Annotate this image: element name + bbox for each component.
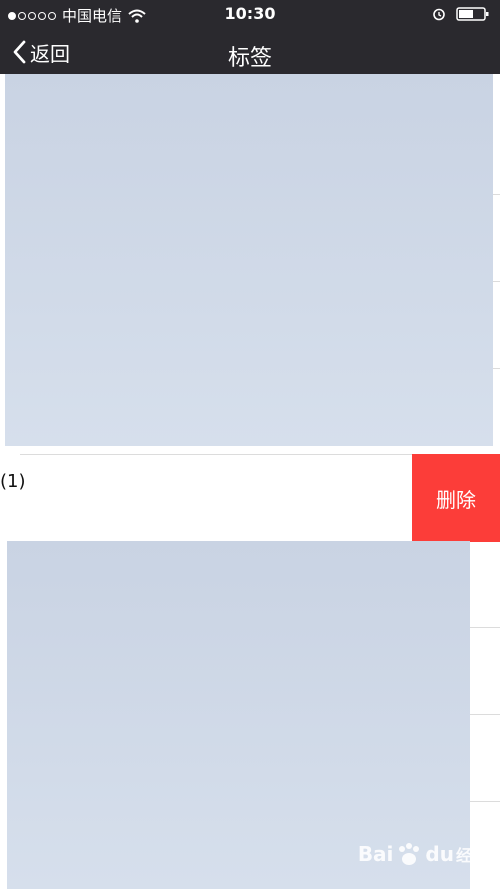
delete-label: 删除: [436, 487, 476, 512]
status-time: 10:30: [224, 4, 276, 23]
navigation-bar: 返回 标签: [0, 30, 500, 74]
list-divider: [470, 714, 500, 715]
paw-icon: [399, 843, 420, 865]
watermark-sub: 经验: [455, 846, 488, 865]
image-placeholder: [5, 74, 493, 446]
list-item-label[interactable]: (1): [0, 471, 26, 492]
battery-icon: [456, 7, 489, 21]
list-divider: [492, 368, 500, 369]
image-placeholder: [7, 541, 470, 889]
status-bar: 中国电信 10:30: [0, 0, 500, 30]
watermark-brand: Bai: [357, 842, 394, 866]
tag-list: (1) 删除: [0, 74, 500, 889]
delete-button[interactable]: 删除: [412, 454, 500, 542]
status-right: [432, 6, 490, 22]
list-divider: [470, 801, 500, 802]
list-divider: [20, 454, 412, 455]
baidu-watermark: Bai du 经验: [358, 841, 488, 867]
alarm-icon: [433, 8, 445, 21]
list-divider: [492, 281, 500, 282]
list-divider: [492, 194, 500, 195]
list-divider: [470, 627, 500, 628]
watermark-brand-suffix: du: [425, 842, 454, 866]
page-title: 标签: [227, 46, 272, 71]
